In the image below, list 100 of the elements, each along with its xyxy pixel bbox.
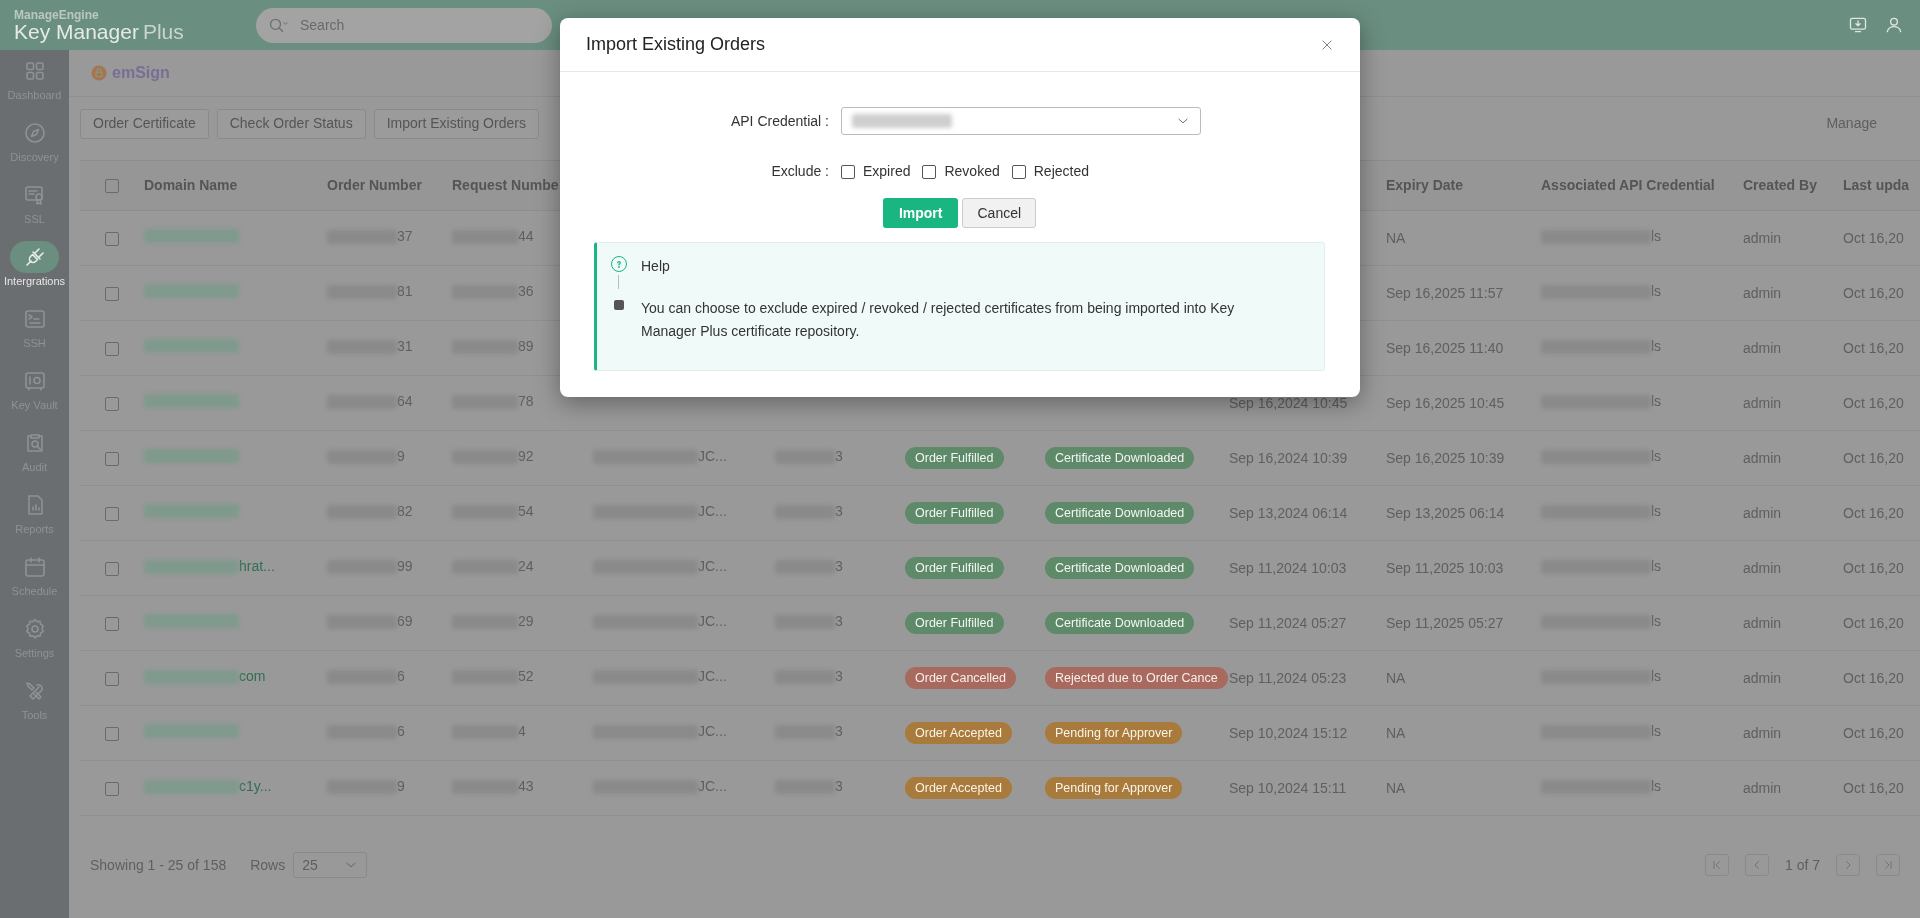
table-cell-text: JC...	[698, 722, 727, 742]
manage-link[interactable]: Manage	[1826, 113, 1877, 134]
checkbox[interactable]	[922, 164, 937, 179]
table-cell-text: NA	[1386, 228, 1406, 248]
row-checkbox[interactable]	[105, 506, 119, 521]
checkbox[interactable]	[1011, 164, 1026, 179]
last-page-icon	[1882, 859, 1894, 871]
row-checkbox[interactable]	[105, 781, 119, 796]
search-field[interactable]: Search	[256, 7, 552, 43]
row-checkbox[interactable]	[105, 671, 119, 686]
checkbox[interactable]	[105, 179, 119, 194]
table-cell-text: Sep 16,2025 11:57	[1386, 283, 1504, 303]
table-cell-text: 9	[397, 777, 405, 797]
table-cell-text: ls	[1651, 337, 1662, 357]
table-cell-text: admin	[1743, 283, 1782, 303]
status-badge: Order Fulfilled	[905, 612, 1004, 634]
row-checkbox[interactable]	[105, 451, 119, 466]
column-header[interactable]: Created By	[1743, 177, 1817, 193]
previous-page-button[interactable]	[1744, 854, 1769, 876]
user-icon[interactable]	[1884, 15, 1904, 35]
row-checkbox[interactable]	[105, 231, 119, 246]
table-cell-text: JC...	[698, 502, 727, 522]
page-indicator: 1 of 7	[1784, 855, 1820, 875]
dialog-title: Import Existing Orders	[586, 33, 766, 56]
table-cell-text: NA	[1386, 778, 1406, 798]
column-header[interactable]: Domain Name	[144, 177, 238, 193]
row-checkbox[interactable]	[105, 561, 119, 576]
table-cell-text: admin	[1743, 393, 1782, 413]
domain-link[interactable]: hrat...	[239, 556, 275, 578]
row-checkbox[interactable]	[105, 726, 119, 741]
toolbar-button[interactable]: Order Certificate	[80, 108, 209, 139]
status-badge: Order Fulfilled	[905, 447, 1004, 469]
table-cell-text: 3	[835, 502, 843, 522]
checkbox-label[interactable]: Rejected	[1033, 161, 1089, 182]
column-header[interactable]: Last upda	[1843, 177, 1910, 193]
monitor-download-icon[interactable]	[1848, 15, 1868, 35]
sidebar-item[interactable]: Intergrations	[0, 241, 69, 303]
table-cell-text: ls	[1651, 502, 1662, 522]
close-icon[interactable]	[1320, 37, 1334, 52]
table-cell-text: Oct 16,20	[1843, 448, 1904, 468]
terminal-icon	[22, 307, 47, 331]
table-cell-text: 36	[518, 282, 534, 302]
table-cell-text: 4	[518, 722, 526, 742]
table-cell-text: ls	[1651, 557, 1662, 577]
next-page-button[interactable]	[1836, 854, 1860, 876]
table-cell-text: JC...	[698, 667, 727, 687]
table-cell-text: 3	[835, 447, 843, 467]
toolbar-button[interactable]: Import Existing Orders	[373, 108, 539, 139]
first-page-button[interactable]	[1704, 854, 1729, 876]
import-button[interactable]: Import	[882, 198, 959, 228]
table-cell-text: Sep 16,2025 11:40	[1386, 338, 1504, 358]
column-header[interactable]: Expiry Date	[1386, 177, 1464, 193]
checkbox-label[interactable]: Revoked	[944, 161, 1000, 182]
table-cell-text: Sep 10,2024 15:12	[1229, 723, 1348, 743]
help-title: Help	[641, 257, 671, 276]
status-badge: Certificate Downloaded	[1045, 447, 1195, 469]
product-name: Key Manager	[14, 21, 139, 44]
row-checkbox[interactable]	[105, 396, 119, 411]
table-cell-text: ls	[1651, 282, 1662, 302]
rows-label: Rows	[250, 855, 286, 875]
table-cell-text: ls	[1651, 667, 1662, 687]
table-cell-text: 3	[835, 722, 843, 742]
row-checkbox[interactable]	[105, 286, 119, 301]
field-label: API Credential :	[729, 111, 829, 131]
table-cell-text: Oct 16,20	[1843, 338, 1904, 358]
column-header[interactable]: Request Numbe	[452, 177, 559, 193]
lock-icon	[90, 64, 108, 82]
brand-name: ManageEngine	[14, 8, 99, 22]
safe-icon	[22, 369, 47, 393]
status-badge: Certificate Downloaded	[1045, 557, 1195, 579]
cancel-button[interactable]: Cancel	[962, 198, 1037, 228]
table-cell-text: Oct 16,20	[1843, 283, 1904, 303]
table-cell-text: admin	[1743, 613, 1782, 633]
checkbox[interactable]	[841, 164, 855, 179]
row-checkbox[interactable]	[105, 341, 119, 356]
row-checkbox[interactable]	[105, 616, 119, 631]
last-page-button[interactable]	[1876, 854, 1900, 876]
field-label: Exclude :	[770, 162, 829, 181]
checkbox-label[interactable]: Expired	[863, 161, 911, 182]
status-badge: Order Accepted	[905, 722, 1012, 744]
rows-select[interactable]: 25	[293, 852, 368, 878]
table-cell-text: Oct 16,20	[1843, 723, 1904, 743]
domain-link[interactable]: c1y...	[239, 776, 272, 798]
table-cell-text: ls	[1651, 722, 1662, 742]
status-badge: Rejected due to Order Cance	[1045, 667, 1228, 689]
table-cell-text: 54	[518, 502, 534, 522]
table-cell-text: Oct 16,20	[1843, 668, 1904, 688]
table-cell-text: ls	[1651, 612, 1662, 632]
toolbar-button[interactable]: Check Order Status	[216, 108, 366, 139]
table-cell-text: Oct 16,20	[1843, 613, 1904, 633]
table-cell-text: NA	[1386, 723, 1406, 743]
domain-link[interactable]: com	[239, 666, 266, 688]
column-header[interactable]: Order Number	[327, 177, 422, 193]
table-cell-text: admin	[1743, 558, 1782, 578]
credential-select[interactable]	[841, 107, 1201, 135]
table-cell-text: admin	[1743, 448, 1782, 468]
calendar-icon	[22, 555, 47, 579]
column-header[interactable]: Associated API Credential	[1541, 177, 1715, 193]
table-cell-text: Sep 16,2024 10:39	[1229, 448, 1348, 468]
bullet-icon	[614, 300, 624, 310]
